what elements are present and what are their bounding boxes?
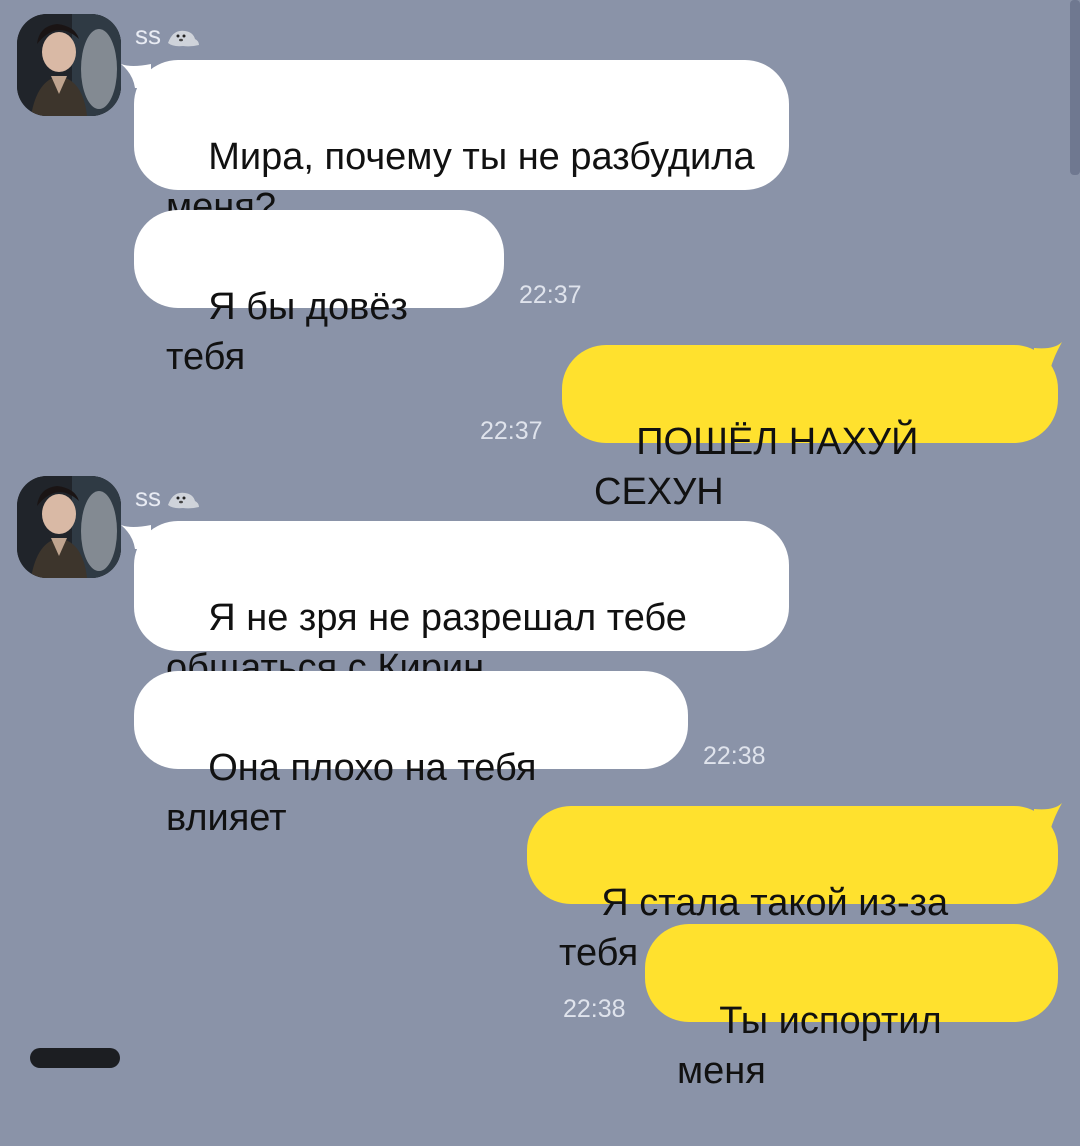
message-bubble-outgoing[interactable]: Ты испортил меня [645, 924, 1058, 1092]
message-bubble-incoming[interactable]: Мира, почему ты не разбудила меня? [134, 60, 789, 228]
contact-avatar[interactable] [17, 476, 121, 578]
message-timestamp: 22:37 [519, 281, 582, 309]
message-text: Она плохо на тебя влияет [166, 747, 548, 839]
seal-icon [168, 30, 199, 46]
sender-name: ss [135, 20, 201, 51]
sender-name-text: ss [135, 482, 161, 512]
message-timestamp: 22:37 [480, 417, 543, 445]
contact-avatar-partial[interactable] [30, 1048, 120, 1068]
sender-name: ss [135, 482, 201, 513]
chat-view[interactable]: ss Мира, почему ты не разбудила меня? Я … [0, 0, 1080, 1092]
avatar-photo-icon [17, 476, 121, 578]
seal-icon [168, 492, 199, 508]
message-text: Ты испортил меня [677, 1000, 953, 1092]
sender-name-text: ss [135, 20, 161, 50]
message-bubble-outgoing[interactable]: Я стала такой из-за тебя [527, 806, 1058, 974]
contact-avatar[interactable] [17, 14, 121, 116]
scrollbar[interactable] [1070, 0, 1080, 175]
message-text: ПОШЁЛ НАХУЙ СЕХУН [594, 421, 929, 513]
message-text: Я бы довёз тебя [166, 286, 419, 378]
message-timestamp: 22:38 [563, 995, 626, 1023]
message-bubble-incoming[interactable]: Я не зря не разрешал тебе общаться с Кир… [134, 521, 789, 689]
message-timestamp: 22:38 [703, 742, 766, 770]
avatar-photo-icon [17, 14, 121, 116]
message-bubble-incoming[interactable]: Я бы довёз тебя [134, 210, 504, 378]
message-bubble-outgoing[interactable]: ПОШЁЛ НАХУЙ СЕХУН [562, 345, 1058, 513]
message-bubble-incoming[interactable]: Она плохо на тебя влияет [134, 671, 688, 839]
